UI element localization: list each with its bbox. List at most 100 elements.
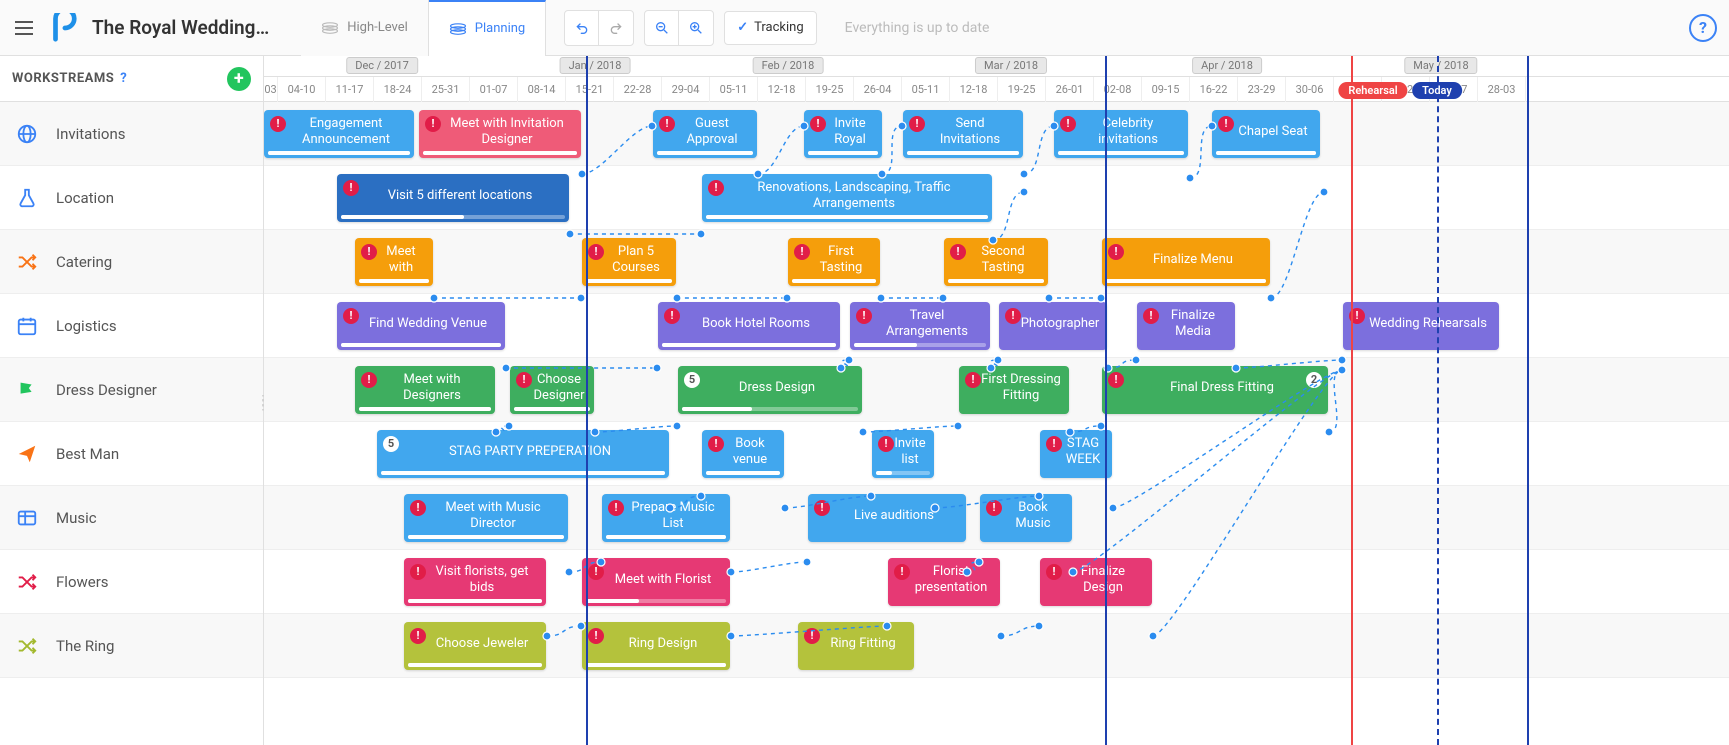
tab-planning[interactable]: Planning — [429, 0, 546, 56]
help-button[interactable]: ? — [1689, 14, 1717, 42]
task-card[interactable]: !Meet with Invitation Designer — [419, 110, 581, 158]
week-cell: 29-04 — [662, 77, 710, 102]
project-title[interactable]: The Royal Wedding… — [92, 16, 269, 39]
add-workstream-button[interactable]: + — [227, 67, 251, 91]
task-card[interactable]: !Send Invitations — [903, 110, 1023, 158]
zoom-out-button[interactable] — [645, 11, 679, 45]
task-card[interactable]: !Meet with — [355, 238, 433, 286]
task-card[interactable]: !Visit 5 different locations — [337, 174, 569, 222]
sidebar-item-label: Best Man — [56, 445, 119, 463]
topbar: The Royal Wedding… High-LevelPlanning ✓ … — [0, 0, 1729, 56]
task-label: Meet with — [377, 244, 425, 275]
task-card[interactable]: !Book venue — [702, 430, 784, 478]
tracking-toggle[interactable]: ✓ Tracking — [724, 11, 816, 45]
task-card[interactable]: !Plan 5 Courses — [582, 238, 676, 286]
menu-button[interactable] — [12, 16, 36, 40]
progress-bar — [359, 407, 491, 411]
week-cell: 12-18 — [950, 77, 998, 102]
task-card[interactable]: !Ring Design — [582, 622, 730, 670]
sidebar-item-music[interactable]: Music — [0, 486, 263, 550]
week-cell: 05-11 — [710, 77, 758, 102]
redo-button[interactable] — [599, 11, 633, 45]
sidebar-item-invitations[interactable]: Invitations — [0, 102, 263, 166]
month-label: Dec / 2017 — [346, 57, 418, 74]
task-card[interactable]: !Wedding Rehearsals — [1343, 302, 1499, 350]
zoom-in-button[interactable] — [679, 11, 713, 45]
undo-button[interactable] — [565, 11, 599, 45]
task-card[interactable]: !Photographer — [999, 302, 1107, 350]
gantt-row: !Visit florists, get bids !Meet with Flor… — [264, 550, 1729, 614]
gantt-row: !Engagement Announcement!Meet with Invit… — [264, 102, 1729, 166]
task-card[interactable]: !Travel Arrangements — [850, 302, 990, 350]
alert-icon: ! — [1143, 308, 1159, 324]
task-label: Travel Arrangements — [872, 308, 982, 339]
task-card[interactable]: !Prepare Music List — [602, 494, 730, 542]
help-icon[interactable]: ? — [120, 71, 127, 86]
task-card[interactable]: !Meet with Music Director — [404, 494, 568, 542]
task-card[interactable]: !Choose Jeweler — [404, 622, 546, 670]
sidebar-item-flowers[interactable]: Flowers — [0, 550, 263, 614]
task-card[interactable]: !Engagement Announcement — [264, 110, 414, 158]
alert-icon: ! — [410, 628, 426, 644]
progress-bar — [586, 599, 726, 603]
window-icon — [16, 509, 38, 527]
task-card[interactable]: !Meet with Designers — [355, 366, 495, 414]
alert-icon: ! — [986, 500, 1002, 516]
task-card[interactable]: !Ring Fitting — [798, 622, 914, 670]
task-label: Book Hotel Rooms — [702, 316, 810, 332]
sidebar-item-location[interactable]: Location — [0, 166, 263, 230]
week-cell: 19-25 — [806, 77, 854, 102]
task-card[interactable]: !Finalize Media — [1137, 302, 1235, 350]
progress-bar — [706, 215, 988, 219]
task-card[interactable]: !Finalize Menu — [1102, 238, 1270, 286]
alert-icon: ! — [1046, 564, 1062, 580]
task-card[interactable]: 5Dress Design — [678, 366, 862, 414]
task-card[interactable]: !Chapel Seat — [1212, 110, 1320, 158]
sidebar-item-the-ring[interactable]: The Ring — [0, 614, 263, 678]
sidebar-item-logistics[interactable]: Logistics — [0, 294, 263, 358]
marker-pill[interactable]: Rehearsal — [1338, 82, 1407, 99]
stack-icon — [449, 22, 467, 36]
alert-icon: ! — [410, 500, 426, 516]
task-card[interactable]: !Guest Approval — [653, 110, 757, 158]
task-label: Dress Design — [739, 380, 815, 396]
task-card[interactable]: !Second Tasting — [944, 238, 1048, 286]
week-cell: 23-29 — [1238, 77, 1286, 102]
sidebar-item-catering[interactable]: Catering — [0, 230, 263, 294]
task-card[interactable]: !2Final Dress Fitting — [1102, 366, 1328, 414]
task-card[interactable]: !Book Hotel Rooms — [658, 302, 840, 350]
sidebar-item-best-man[interactable]: Best Man — [0, 422, 263, 486]
sidebar-item-dress-designer[interactable]: Dress Designer — [0, 358, 263, 422]
marker-pill[interactable]: Today — [1412, 82, 1462, 99]
count-badge: 5 — [383, 436, 399, 452]
task-card[interactable]: !STAG WEEK — [1040, 430, 1112, 478]
task-card[interactable]: !First Tasting — [788, 238, 880, 286]
alert-icon: ! — [1108, 372, 1124, 388]
task-card[interactable]: !Meet with Florist — [582, 558, 730, 606]
tab-high-level[interactable]: High-Level — [301, 0, 429, 56]
week-cell: 28-03 — [1478, 77, 1526, 102]
task-card[interactable]: !Find Wedding Venue — [337, 302, 505, 350]
task-card[interactable]: !Live auditions — [808, 494, 966, 542]
progress-bar — [268, 151, 410, 155]
task-label: Finalize Media — [1159, 308, 1227, 339]
task-card[interactable]: !Visit florists, get bids — [404, 558, 546, 606]
app-logo[interactable] — [48, 13, 78, 43]
progress-bar — [606, 535, 726, 539]
task-label: Live auditions — [854, 508, 934, 524]
week-cell: 19-25 — [998, 77, 1046, 102]
task-card[interactable]: !Celebrity invitations — [1054, 110, 1188, 158]
gantt-chart[interactable]: Dec / 2017Jan / 2018Feb / 2018Mar / 2018… — [264, 56, 1729, 745]
calendar-icon — [16, 317, 38, 335]
globe-icon — [16, 125, 38, 143]
task-card[interactable]: !Florist presentation — [888, 558, 1000, 606]
task-card[interactable]: !Finalize Design — [1040, 558, 1152, 606]
task-card[interactable]: !Invite list — [872, 430, 934, 478]
task-card[interactable]: !Renovations, Landscaping, Traffic Arran… — [702, 174, 992, 222]
task-card[interactable]: !Choose Designer — [510, 366, 594, 414]
task-card[interactable]: !Book Music — [980, 494, 1072, 542]
task-card[interactable]: !Invite Royal — [804, 110, 882, 158]
task-card[interactable]: 5STAG PARTY PREPERATION — [377, 430, 669, 478]
sidebar-list: InvitationsLocationCateringLogisticsDres… — [0, 102, 263, 678]
task-card[interactable]: !First Dressing Fitting — [959, 366, 1069, 414]
